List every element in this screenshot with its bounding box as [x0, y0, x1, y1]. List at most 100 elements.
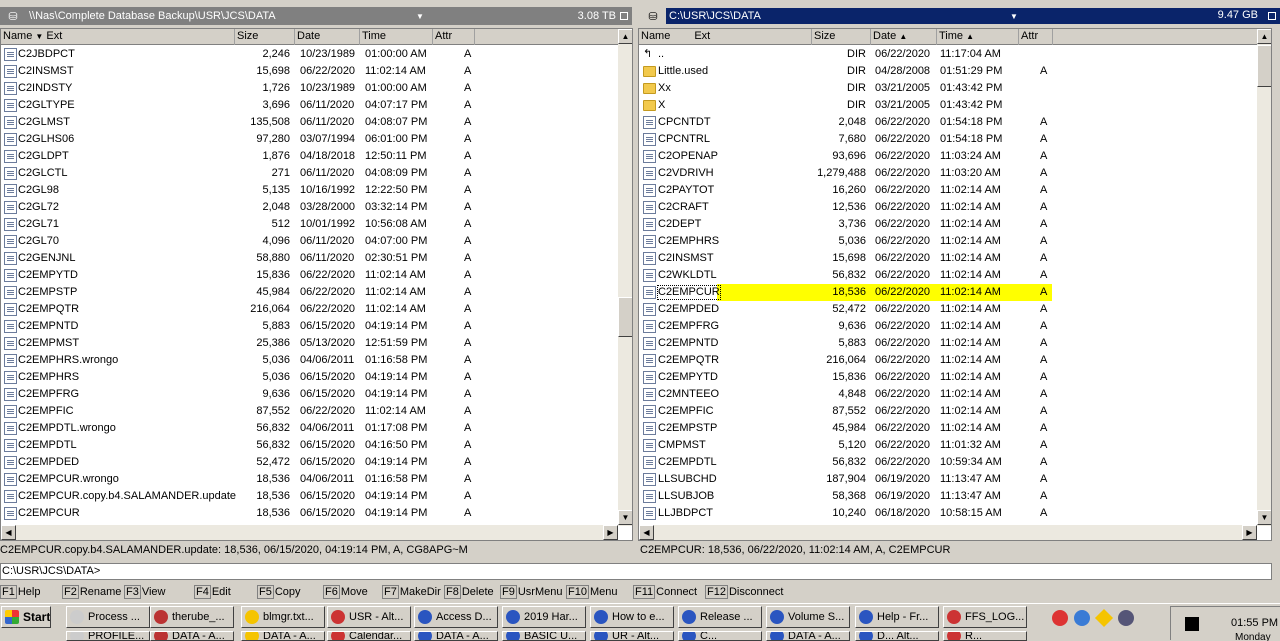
- taskbar-button[interactable]: Calendar...: [327, 631, 411, 641]
- taskbar-button[interactable]: DATA - A...: [150, 631, 234, 641]
- file-row[interactable]: C2EMPYTD 15,836 06/22/2020 11:02:14 AM A: [1, 267, 618, 284]
- file-row[interactable]: C2EMPDTL 56,832 06/22/2020 10:59:34 AM A: [639, 454, 1256, 471]
- taskbar-button[interactable]: BASIC U...: [502, 631, 586, 641]
- fkey-menu[interactable]: F10 Menu: [566, 584, 624, 600]
- scroll-up-icon[interactable]: ▲: [1257, 29, 1271, 44]
- column-attr[interactable]: Attr: [433, 29, 475, 45]
- file-row[interactable]: CMPMST 5,120 06/22/2020 11:01:32 AM A: [639, 437, 1256, 454]
- scroll-right-icon[interactable]: ▶: [603, 525, 618, 540]
- file-row[interactable]: C2EMPDTL.wrongo 56,832 04/06/2011 01:17:08 …: [1, 420, 618, 437]
- right-file-panel[interactable]: Name Ext Size Date ▲ Time ▲ Attr ↰.. DIR 06…: [638, 28, 1272, 541]
- left-vertical-scrollbar[interactable]: ▲ ▼: [618, 29, 632, 526]
- file-row[interactable]: ↰.. DIR 06/22/2020 11:17:04 AM: [639, 46, 1256, 63]
- chevron-down-icon[interactable]: ▼: [1010, 12, 1018, 21]
- right-horizontal-scrollbar[interactable]: ◀ ▶: [639, 525, 1257, 540]
- taskbar-button[interactable]: therube_...: [150, 606, 234, 628]
- drive-icon[interactable]: ⛁: [640, 7, 666, 25]
- scroll-down-icon[interactable]: ▼: [618, 510, 632, 525]
- maximize-icon[interactable]: [620, 12, 628, 20]
- file-row[interactable]: C2EMPDTL 56,832 06/15/2020 04:16:50 PM A: [1, 437, 618, 454]
- file-row[interactable]: C2MNTEEO 4,848 06/22/2020 11:02:14 AM A: [639, 386, 1256, 403]
- media-icon[interactable]: [1118, 610, 1134, 626]
- maximize-icon[interactable]: [1268, 12, 1276, 20]
- file-row[interactable]: C2EMPQTR 216,064 06/22/2020 11:02:14 AM A: [1, 301, 618, 318]
- left-path[interactable]: \\Nas\Complete Database Backup\USR\JCS\D…: [26, 8, 560, 24]
- file-row[interactable]: C2GL72 2,048 03/28/2000 03:32:14 PM A: [1, 199, 618, 216]
- column-name[interactable]: Name ▼ Ext: [1, 29, 235, 45]
- file-row[interactable]: C2GL98 5,135 10/16/1992 12:22:50 PM A: [1, 182, 618, 199]
- file-row[interactable]: C2EMPMST 25,386 05/13/2020 12:51:59 PM A: [1, 335, 618, 352]
- file-row[interactable]: C2EMPHRS.wrongo 5,036 04/06/2011 01:16:58 P…: [1, 352, 618, 369]
- drive-icon[interactable]: ⛁: [0, 7, 26, 25]
- taskbar-button[interactable]: PROFILE...: [66, 631, 150, 641]
- taskbar-button[interactable]: DATA - A...: [414, 631, 498, 641]
- file-row[interactable]: C2EMPSTP 45,984 06/22/2020 11:02:14 AM A: [1, 284, 618, 301]
- file-row[interactable]: C2OPENAP 93,696 06/22/2020 11:03:24 AM A: [639, 148, 1256, 165]
- file-row[interactable]: C2EMPCUR 18,536 06/15/2020 04:19:14 PM A: [1, 505, 618, 522]
- taskbar-button[interactable]: UR - Alt...: [590, 631, 674, 641]
- column-size[interactable]: Size: [235, 29, 295, 45]
- file-row[interactable]: LLSUBJOB 58,368 06/19/2020 11:13:47 AM A: [639, 488, 1256, 505]
- right-path-bar[interactable]: ⛁ C:\USR\JCS\DATA ▼ 9.47 GB: [640, 7, 1280, 25]
- file-row[interactable]: CPCNTRL 7,680 06/22/2020 01:54:18 PM A: [639, 131, 1256, 148]
- taskbar-button[interactable]: DATA - A...: [241, 631, 325, 641]
- fkey-rename[interactable]: F2 Rename: [62, 584, 127, 600]
- column-time[interactable]: Time: [360, 29, 433, 45]
- file-row[interactable]: C2CRAFT 12,536 06/22/2020 11:02:14 AM A: [639, 199, 1256, 216]
- file-row[interactable]: C2EMPCUR.wrongo 18,536 04/06/2011 01:16:58 …: [1, 471, 618, 488]
- left-horizontal-scrollbar[interactable]: ◀ ▶: [1, 525, 618, 540]
- taskbar-button[interactable]: Access D...: [414, 606, 498, 628]
- fkey-view[interactable]: F3 View: [124, 584, 172, 600]
- taskbar-button[interactable]: D... Alt...: [855, 631, 939, 641]
- file-row[interactable]: C2EMPYTD 15,836 06/22/2020 11:02:14 AM A: [639, 369, 1256, 386]
- column-attr[interactable]: Attr: [1019, 29, 1053, 45]
- taskbar-button[interactable]: FFS_LOG...: [943, 606, 1027, 628]
- file-row[interactable]: C2GLHS06 97,280 03/07/1994 06:01:00 PM A: [1, 131, 618, 148]
- file-row[interactable]: LLSUBCHD 187,904 06/19/2020 11:13:47 AM A: [639, 471, 1256, 488]
- right-vertical-scrollbar[interactable]: ▲ ▼: [1257, 29, 1271, 526]
- fkey-help[interactable]: F1 Help: [0, 584, 46, 600]
- taskbar-button[interactable]: How to e...: [590, 606, 674, 628]
- file-row[interactable]: C2EMPHRS 5,036 06/15/2020 04:19:14 PM A: [1, 369, 618, 386]
- taskbar-button[interactable]: USR - Alt...: [327, 606, 411, 628]
- file-row[interactable]: C2VDRIVH 1,279,488 06/22/2020 11:03:20 AM A: [639, 165, 1256, 182]
- fkey-disconnect[interactable]: F12 Disconnect: [705, 584, 789, 600]
- file-row[interactable]: C2DEPT 3,736 06/22/2020 11:02:14 AM A: [639, 216, 1256, 233]
- file-row[interactable]: C2INSMST 15,698 06/22/2020 11:02:14 AM A: [1, 63, 618, 80]
- file-row[interactable]: C2GLCTL 271 06/11/2020 04:08:09 PM A: [1, 165, 618, 182]
- left-column-header[interactable]: Name ▼ Ext Size Date Time Attr: [1, 29, 618, 45]
- fkey-connect[interactable]: F11 Connect: [633, 584, 703, 600]
- left-file-panel[interactable]: Name ▼ Ext Size Date Time Attr C2JBDPCT 2…: [0, 28, 633, 541]
- file-row[interactable]: C2GLMST 135,508 06/11/2020 04:08:07 PM A: [1, 114, 618, 131]
- file-row[interactable]: C2EMPHRS 5,036 06/22/2020 11:02:14 AM A: [639, 233, 1256, 250]
- column-date[interactable]: Date: [295, 29, 360, 45]
- clock[interactable]: 01:55 PM: [1231, 617, 1278, 629]
- shield-icon[interactable]: [1094, 608, 1114, 628]
- file-row[interactable]: C2INDSTY 1,726 10/23/1989 01:00:00 AM A: [1, 80, 618, 97]
- taskbar-button[interactable]: DATA - A...: [766, 631, 850, 641]
- file-row[interactable]: C2GENJNL 58,880 06/11/2020 02:30:51 PM A: [1, 250, 618, 267]
- file-row[interactable]: C2GL70 4,096 06/11/2020 04:07:00 PM A: [1, 233, 618, 250]
- file-row[interactable]: C2GLDPT 1,876 04/18/2018 12:50:11 PM A: [1, 148, 618, 165]
- column-time[interactable]: Time ▲: [937, 29, 1019, 45]
- start-button[interactable]: Start: [1, 606, 51, 628]
- file-row[interactable]: C2EMPFRG 9,636 06/15/2020 04:19:14 PM A: [1, 386, 618, 403]
- file-row[interactable]: CPCNTDT 2,048 06/22/2020 01:54:18 PM A: [639, 114, 1256, 131]
- column-size[interactable]: Size: [812, 29, 871, 45]
- file-row[interactable]: C2EMPFIC 87,552 06/22/2020 11:02:14 AM A: [639, 403, 1256, 420]
- fkey-move[interactable]: F6 Move: [323, 584, 374, 600]
- file-row[interactable]: C2INSMST 15,698 06/22/2020 11:02:14 AM A: [639, 250, 1256, 267]
- app-icon[interactable]: [1052, 610, 1068, 626]
- file-row[interactable]: C2PAYTOT 16,260 06/22/2020 11:02:14 AM A: [639, 182, 1256, 199]
- fkey-usrmenu[interactable]: F9 UsrMenu: [500, 584, 568, 600]
- taskbar-button[interactable]: 2019 Har...: [502, 606, 586, 628]
- scroll-down-icon[interactable]: ▼: [1257, 510, 1271, 525]
- file-row[interactable]: LLJBDPCT 10,240 06/18/2020 10:58:15 AM A: [639, 505, 1256, 522]
- browser-icon[interactable]: [1074, 610, 1090, 626]
- file-row[interactable]: C2EMPDED 52,472 06/22/2020 11:02:14 AM A: [639, 301, 1256, 318]
- file-row[interactable]: Little.used DIR 04/28/2008 01:51:29 PM A: [639, 63, 1256, 80]
- file-row[interactable]: Xx DIR 03/21/2005 01:43:42 PM: [639, 80, 1256, 97]
- fkey-delete[interactable]: F8 Delete: [444, 584, 500, 600]
- taskbar-button[interactable]: R...: [943, 631, 1027, 641]
- tray-icon[interactable]: [1185, 617, 1199, 631]
